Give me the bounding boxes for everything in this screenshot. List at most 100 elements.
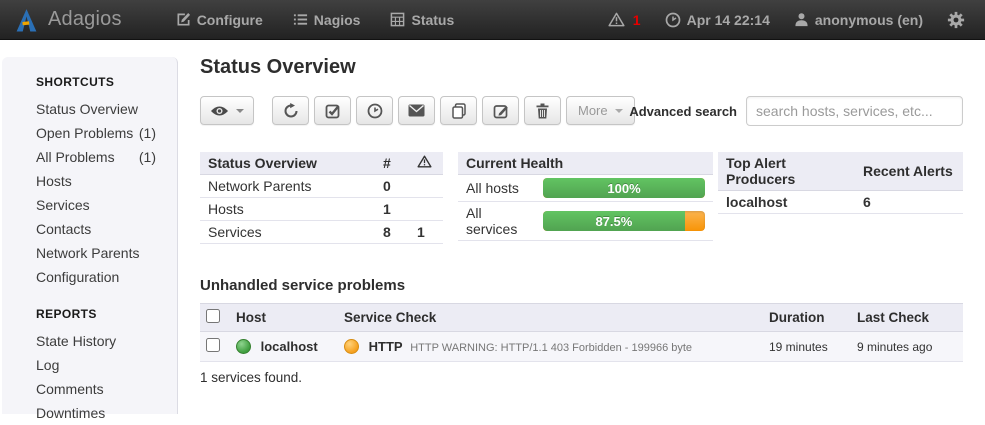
nav-configure-label: Configure	[197, 12, 263, 28]
nav-user[interactable]: anonymous (en)	[784, 2, 933, 38]
nav-datetime[interactable]: Apr 14 22:14	[655, 2, 780, 38]
object-type-label: Services	[200, 221, 375, 244]
table-row[interactable]: Hosts 1	[200, 198, 443, 221]
table-icon	[390, 12, 405, 27]
select-all-header	[200, 304, 230, 332]
sidebar-item-comments[interactable]: Comments	[36, 377, 164, 401]
edit-button[interactable]	[482, 96, 519, 125]
table-row: All services 87.5%	[458, 202, 713, 241]
main-content: Status Overview	[200, 40, 963, 414]
table-row[interactable]: Network Parents 0	[200, 175, 443, 198]
user-icon	[794, 12, 809, 27]
current-health-panel: Current Health All hosts 100% All servic…	[458, 152, 713, 241]
view-select-button[interactable]	[200, 96, 254, 125]
sidebar-item-contacts[interactable]: Contacts	[36, 217, 164, 241]
services-health-progressbar: 87.5%	[543, 211, 705, 231]
envelope-icon	[408, 104, 425, 117]
top-navbar: Adagios Configure	[0, 0, 985, 40]
sidebar-item-services[interactable]: Services	[36, 193, 164, 217]
delete-button[interactable]	[524, 96, 561, 125]
table-row[interactable]: Services 8 1	[200, 221, 443, 244]
nav-nagios-label: Nagios	[314, 12, 361, 28]
last-check-column-header: Last Check	[851, 304, 963, 332]
sidebar-item-label: Comments	[36, 381, 104, 397]
sidebar-item-hosts[interactable]: Hosts	[36, 169, 164, 193]
object-count: 8	[375, 221, 409, 244]
progress-value-label: 100%	[607, 181, 640, 196]
check-square-icon	[325, 103, 341, 119]
sidebar-item-label: Network Parents	[36, 245, 139, 261]
health-row-label: All hosts	[458, 175, 535, 202]
sidebar-item-status-overview[interactable]: Status Overview	[36, 97, 164, 121]
sidebar-item-state-history[interactable]: State History	[36, 329, 164, 353]
brand-home-link[interactable]: Adagios	[0, 7, 136, 33]
producer-host-name[interactable]: localhost	[718, 191, 855, 214]
nav-alerts[interactable]: 1	[598, 2, 651, 38]
sidebar-item-label: Downtimes	[36, 405, 105, 421]
notification-button[interactable]	[398, 96, 435, 125]
edit-icon	[493, 103, 509, 119]
copy-icon	[451, 103, 467, 119]
gear-icon	[947, 11, 965, 29]
warning-column-header	[409, 152, 443, 175]
object-type-label: Network Parents	[200, 175, 375, 198]
sidebar-item-open-problems[interactable]: Open Problems (1)	[36, 121, 164, 145]
sidebar-item-downtimes[interactable]: Downtimes	[36, 401, 164, 425]
problem-host-name[interactable]: localhost	[261, 339, 318, 354]
service-column-header: Service Check	[338, 304, 763, 332]
warning-triangle-icon	[417, 155, 432, 168]
row-select-checkbox[interactable]	[206, 338, 220, 352]
trash-icon	[535, 103, 550, 119]
warning-triangle-icon	[608, 12, 625, 27]
action-toolbar: More	[200, 96, 635, 125]
chevron-down-icon	[615, 109, 623, 113]
copy-button[interactable]	[440, 96, 477, 125]
chevron-down-icon	[236, 109, 244, 113]
service-status-warning-icon	[344, 339, 359, 354]
page-title: Status Overview	[200, 56, 356, 79]
problem-service-name[interactable]: HTTP	[369, 339, 403, 354]
duration-column-header: Duration	[763, 304, 851, 332]
navbar-right: 1 Apr 14 22:14 anonymous	[598, 1, 985, 39]
results-count-text: 1 services found.	[200, 370, 302, 385]
sidebar-item-label: Configuration	[36, 269, 119, 285]
refresh-button[interactable]	[272, 96, 309, 125]
sidebar-item-all-problems[interactable]: All Problems (1)	[36, 145, 164, 169]
clock-icon	[665, 12, 681, 28]
object-count: 1	[375, 198, 409, 221]
health-panel-title: Current Health	[458, 152, 713, 175]
status-overview-panel: Status Overview # Network Parents	[200, 152, 443, 244]
host-status-up-icon	[236, 339, 251, 354]
brand-label: Adagios	[48, 8, 122, 31]
navbar-menu: Configure Nagios	[164, 2, 467, 38]
sidebar-item-label: Hosts	[36, 173, 72, 189]
sidebar-item-configuration[interactable]: Configuration	[36, 265, 164, 289]
progress-value-label: 87.5%	[595, 214, 632, 229]
acknowledge-button[interactable]	[314, 96, 351, 125]
sidebar-item-log[interactable]: Log	[36, 353, 164, 377]
nav-datetime-label: Apr 14 22:14	[687, 12, 770, 28]
table-row[interactable]: localhost 6	[718, 191, 963, 214]
sidebar-item-label: Open Problems	[36, 125, 133, 141]
nav-nagios[interactable]: Nagios	[281, 2, 373, 38]
select-all-checkbox[interactable]	[206, 309, 220, 323]
nav-status[interactable]: Status	[378, 2, 466, 38]
schedule-downtime-button[interactable]	[356, 96, 393, 125]
sidebar-item-label: Log	[36, 357, 59, 373]
sidebar-item-network-parents[interactable]: Network Parents	[36, 241, 164, 265]
nav-user-label: anonymous (en)	[815, 12, 923, 28]
status-panel-title: Status Overview	[200, 152, 375, 175]
producer-alert-count: 6	[855, 191, 963, 214]
health-row-label: All services	[458, 202, 535, 241]
sidebar-section-reports: REPORTS	[36, 307, 177, 321]
more-button[interactable]: More	[566, 96, 635, 125]
top-alert-producers-panel: Top Alert Producers Recent Alerts localh…	[718, 152, 963, 214]
nav-settings[interactable]	[937, 1, 975, 39]
object-warn-count: 1	[409, 221, 443, 244]
object-warn-count	[409, 175, 443, 198]
host-column-header: Host	[230, 304, 338, 332]
search-input[interactable]	[746, 96, 963, 126]
producer-column-header: Top Alert Producers	[718, 152, 855, 191]
nav-configure[interactable]: Configure	[164, 2, 275, 38]
all-problems-count: (1)	[139, 149, 164, 165]
